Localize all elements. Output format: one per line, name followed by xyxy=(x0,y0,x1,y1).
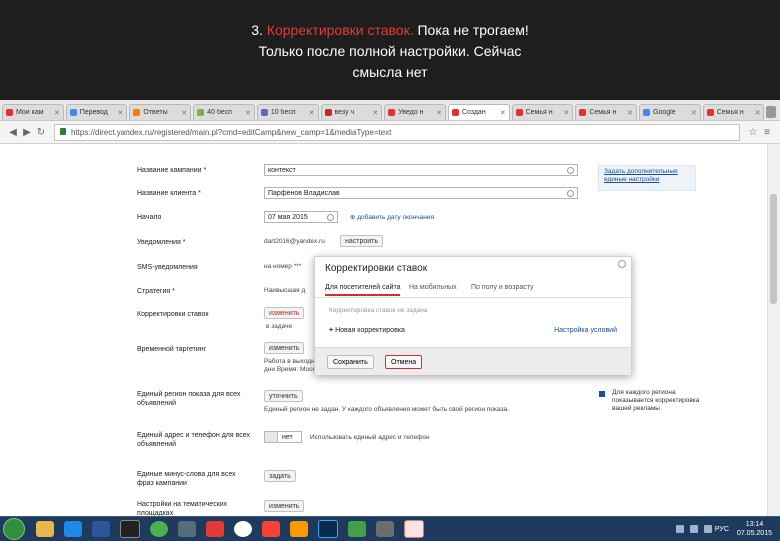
taskbar: РУС 13:14 07.05.2015 xyxy=(0,516,780,541)
tab-favicon-icon xyxy=(515,109,523,116)
menu-icon[interactable]: ≡ xyxy=(760,127,774,138)
browser-tab[interactable]: Google ✕ xyxy=(639,104,701,120)
reload-icon[interactable]: ↻ xyxy=(34,127,48,138)
forward-icon[interactable]: ▶ xyxy=(20,127,34,138)
close-icon[interactable]: ✕ xyxy=(627,109,633,117)
address-bar[interactable]: https://direct.yandex.ru/registered/main… xyxy=(54,123,740,141)
browser-tab[interactable]: Перевод ✕ xyxy=(65,104,128,120)
explorer-icon[interactable] xyxy=(36,521,54,537)
modal-title: Корректировки ставок xyxy=(325,263,428,274)
slide-caption: 3. Корректировки ставок. Пока не трогаем… xyxy=(0,0,780,100)
film-app-icon[interactable] xyxy=(376,521,394,537)
close-icon[interactable]: ✕ xyxy=(245,109,251,117)
modal-tabs: Для посетителей сайта На мобильных По по… xyxy=(315,281,631,298)
send-app-icon[interactable] xyxy=(262,521,280,537)
tab-strip: Мои кам ✕ Перевод ✕ Ответы ✕ 40 бесп ✕ 10 бе… xyxy=(0,100,780,121)
caption-highlight: Корректировки ставок. xyxy=(266,22,414,38)
caption-line-2: Только после полной настройки. Сейчас xyxy=(258,43,522,59)
word-icon[interactable] xyxy=(92,521,110,537)
internet-explorer-icon[interactable] xyxy=(64,521,82,537)
user-profile-icon[interactable] xyxy=(766,106,777,118)
browser-tab[interactable]: 10 бесп ✕ xyxy=(256,104,319,120)
tab-favicon-icon xyxy=(388,109,396,116)
tab-favicon-icon xyxy=(579,109,587,116)
caption-line-3: смысла нет xyxy=(352,64,428,80)
close-icon[interactable]: ✕ xyxy=(309,109,315,117)
close-icon[interactable]: ✕ xyxy=(755,109,761,117)
modal-section-label: Корректировка ставок не задана xyxy=(329,307,428,314)
close-icon[interactable]: ✕ xyxy=(563,109,569,117)
navigation-bar: ◀ ▶ ↻ https://direct.yandex.ru/registere… xyxy=(0,121,780,144)
clock[interactable]: 13:14 07.05.2015 xyxy=(737,520,772,538)
modal-footer: Сохранить Отмена xyxy=(315,347,631,375)
camera-app-icon[interactable] xyxy=(120,520,140,538)
back-icon[interactable]: ◀ xyxy=(6,127,20,138)
tab-favicon-icon xyxy=(6,109,13,116)
tab-favicon-icon xyxy=(260,109,268,116)
start-button[interactable] xyxy=(3,518,25,540)
close-icon[interactable]: ✕ xyxy=(181,109,187,117)
browser-tab-active[interactable]: Создан ✕ xyxy=(447,104,510,120)
ok-icon[interactable] xyxy=(290,521,308,537)
tab-favicon-icon xyxy=(706,109,714,116)
browser-tab[interactable]: 40 бесп ✕ xyxy=(193,104,255,120)
language-indicator[interactable]: РУС xyxy=(715,526,729,533)
tab-gender-age[interactable]: По полу и возрасту xyxy=(471,284,534,291)
close-icon[interactable]: ✕ xyxy=(691,109,697,117)
page-scrollbar[interactable] xyxy=(767,144,780,516)
tab-favicon-icon xyxy=(69,109,77,116)
plus-icon: + xyxy=(329,327,334,334)
save-button[interactable]: Сохранить xyxy=(327,355,374,369)
tab-favicon-icon xyxy=(643,109,651,116)
network-icon[interactable] xyxy=(689,525,698,533)
tab-mobile[interactable]: На мобильных xyxy=(409,284,457,291)
close-icon[interactable]: ✕ xyxy=(372,109,378,117)
close-icon[interactable]: ✕ xyxy=(54,109,60,117)
bid-adjustments-modal: Корректировки ставок Для посетителей сай… xyxy=(314,256,632,375)
yandex-icon[interactable] xyxy=(206,521,224,537)
browser-tab[interactable]: Семья н ✕ xyxy=(575,104,638,120)
close-icon[interactable]: ✕ xyxy=(118,109,124,117)
tab-favicon-icon xyxy=(324,109,332,116)
tab-site-visitors[interactable]: Для посетителей сайта xyxy=(325,284,401,296)
paint-app-icon[interactable] xyxy=(404,520,424,538)
new-adjustment-link[interactable]: + Новая корректировка xyxy=(329,327,405,334)
conditions-settings-link[interactable]: Настройка условий xyxy=(554,327,617,334)
photoshop-icon[interactable] xyxy=(318,520,338,538)
browser-tab[interactable]: Ответы ✕ xyxy=(129,104,192,120)
browser-tab[interactable]: Мои кам ✕ xyxy=(2,104,64,120)
tab-favicon-icon xyxy=(133,109,141,116)
extra-settings-link[interactable]: Задать дополнительные единые настройки xyxy=(598,165,696,191)
torrent-icon[interactable] xyxy=(348,521,366,537)
browser-tab[interactable]: Семья н ✕ xyxy=(511,104,574,120)
audio-player-icon[interactable] xyxy=(178,521,196,537)
caption-line-1: 3. Корректировки ставок. Пока не трогаем… xyxy=(251,22,529,38)
tab-favicon-icon xyxy=(197,109,205,116)
tray-icon[interactable] xyxy=(675,525,684,533)
yandex-browser-icon[interactable] xyxy=(234,521,252,537)
close-icon[interactable] xyxy=(618,260,626,268)
region-hint: Для каждого региона показывается коррект… xyxy=(599,389,710,413)
cancel-button[interactable]: Отмена xyxy=(385,355,423,369)
info-icon xyxy=(599,391,605,397)
system-tray: РУС 13:14 07.05.2015 xyxy=(673,520,780,538)
star-icon[interactable]: ☆ xyxy=(746,127,760,138)
lock-icon xyxy=(60,127,66,135)
chrome-icon[interactable] xyxy=(150,521,168,537)
volume-icon[interactable] xyxy=(703,525,712,533)
close-icon[interactable]: ✕ xyxy=(500,109,506,117)
browser-tab[interactable]: Семья н ✕ xyxy=(702,104,765,120)
browser-tab[interactable]: везу ч ✕ xyxy=(320,104,383,120)
tab-favicon-icon xyxy=(451,109,459,116)
browser-tab[interactable]: Уведо н ✕ xyxy=(384,104,446,120)
close-icon[interactable]: ✕ xyxy=(436,109,442,117)
scrollbar-thumb[interactable] xyxy=(770,194,777,304)
